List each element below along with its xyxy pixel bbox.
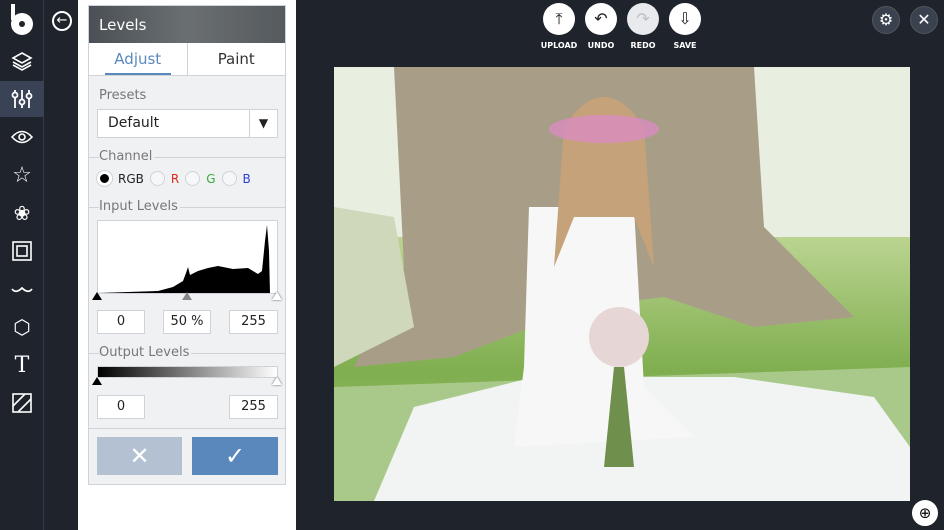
midtone-handle[interactable] bbox=[182, 292, 192, 300]
presets-select[interactable]: Default ▼ bbox=[97, 109, 278, 138]
chevron-down-icon[interactable]: ▼ bbox=[249, 110, 277, 137]
zoom-in-icon[interactable]: ⊕ bbox=[910, 498, 940, 528]
g-label: G bbox=[206, 171, 216, 186]
badge-icon[interactable]: ⬡ bbox=[0, 309, 44, 345]
panel-title: Levels bbox=[89, 6, 285, 43]
save-button[interactable]: ⇩ SAVE bbox=[663, 3, 707, 50]
save-label: SAVE bbox=[673, 41, 697, 50]
input-white-field[interactable]: 255 bbox=[229, 310, 278, 334]
presets-label: Presets bbox=[99, 88, 149, 103]
input-black-field[interactable]: 0 bbox=[97, 310, 145, 334]
radio-r[interactable] bbox=[149, 171, 165, 186]
save-icon: ⇩ bbox=[669, 3, 701, 35]
rgb-label: RGB bbox=[118, 171, 144, 186]
cancel-button[interactable]: ✕ bbox=[97, 437, 182, 475]
channel-radios: RGB R G B bbox=[97, 171, 251, 186]
output-levels-label: Output Levels bbox=[99, 345, 192, 360]
close-icon[interactable]: ✕ bbox=[910, 6, 938, 34]
star-icon[interactable]: ☆ bbox=[0, 157, 44, 193]
upload-icon: ⤒ bbox=[543, 3, 575, 35]
output-white-field[interactable]: 255 bbox=[229, 395, 278, 419]
frame-icon[interactable] bbox=[0, 233, 44, 269]
app-logo-icon[interactable] bbox=[0, 2, 44, 38]
output-gradient bbox=[97, 366, 278, 378]
black-point-handle[interactable] bbox=[92, 292, 102, 300]
settings-gear-icon[interactable]: ⚙ bbox=[872, 6, 900, 34]
upload-label: UPLOAD bbox=[540, 41, 578, 50]
texture-icon[interactable] bbox=[0, 385, 44, 421]
redo-label: REDO bbox=[630, 41, 656, 50]
back-arrow-icon[interactable]: ← bbox=[52, 11, 72, 31]
mustache-icon[interactable] bbox=[0, 271, 44, 307]
b-label: B bbox=[242, 171, 251, 186]
upload-button[interactable]: ⤒ UPLOAD bbox=[537, 3, 581, 50]
tab-adjust[interactable]: Adjust bbox=[89, 43, 188, 75]
r-label: R bbox=[170, 171, 180, 186]
flower-icon[interactable]: ❀ bbox=[0, 195, 44, 231]
input-levels-label: Input Levels bbox=[99, 199, 180, 214]
input-mid-field[interactable]: 50 % bbox=[163, 310, 211, 334]
text-icon[interactable]: T bbox=[0, 347, 44, 383]
channel-label: Channel bbox=[99, 149, 155, 164]
panel-gutter bbox=[44, 0, 78, 530]
adjust-sliders-icon[interactable] bbox=[0, 81, 44, 117]
undo-label: UNDO bbox=[587, 41, 615, 50]
levels-panel: Levels Adjust Paint Presets Default ▼ Cha… bbox=[88, 5, 286, 485]
preset-value: Default bbox=[108, 115, 160, 131]
undo-button[interactable]: ↶ UNDO bbox=[579, 3, 623, 50]
white-point-handle[interactable] bbox=[272, 292, 282, 300]
eye-icon[interactable] bbox=[0, 119, 44, 155]
redo-icon: ↷ bbox=[627, 3, 659, 35]
layers-icon[interactable] bbox=[0, 43, 44, 79]
check-icon: ✓ bbox=[224, 442, 246, 470]
output-white-handle[interactable] bbox=[272, 377, 282, 385]
close-icon: ✕ bbox=[129, 442, 150, 470]
photo-canvas[interactable] bbox=[334, 67, 910, 501]
radio-rgb[interactable] bbox=[97, 171, 112, 186]
histogram bbox=[97, 220, 278, 294]
tab-paint[interactable]: Paint bbox=[188, 43, 286, 75]
tool-sidebar: ☆ ❀ ⬡ T bbox=[0, 0, 44, 530]
radio-b[interactable] bbox=[221, 171, 237, 186]
redo-button[interactable]: ↷ REDO bbox=[621, 3, 665, 50]
output-black-handle[interactable] bbox=[92, 377, 102, 385]
apply-button[interactable]: ✓ bbox=[192, 437, 278, 475]
radio-g[interactable] bbox=[185, 171, 201, 186]
undo-icon: ↶ bbox=[585, 3, 617, 35]
output-black-field[interactable]: 0 bbox=[97, 395, 145, 419]
